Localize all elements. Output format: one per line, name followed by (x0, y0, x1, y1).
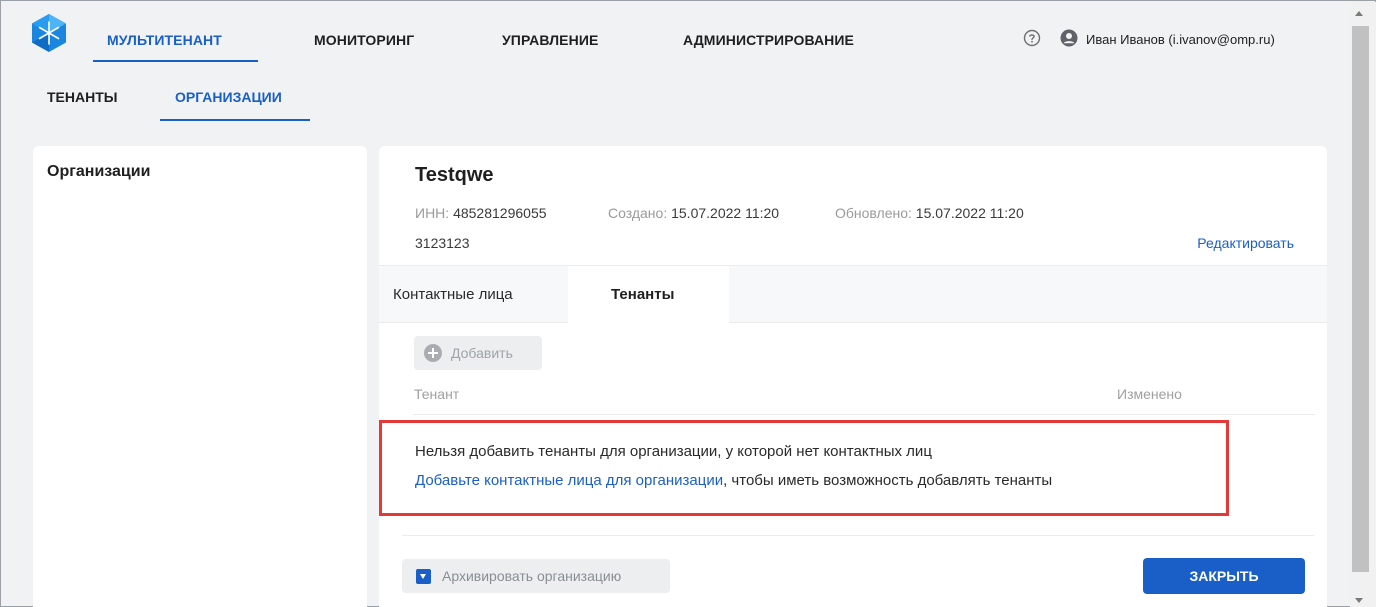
created-label: Создано: (608, 205, 668, 221)
user-name[interactable]: Иван Иванов (i.ivanov@omp.ru) (1086, 32, 1275, 47)
vertical-scrollbar[interactable] (1350, 2, 1376, 607)
organization-name: Testqwe (415, 164, 494, 186)
organization-extra-info: 3123123 (415, 235, 470, 251)
archive-organization-button[interactable]: Архивировать организацию (402, 559, 670, 593)
tab-tenants[interactable]: ТЕНАНТЫ (47, 89, 117, 105)
notice-hint-rest: , чтобы иметь возможность добавлять тена… (723, 472, 1053, 489)
archive-label: Архивировать организацию (442, 568, 622, 584)
logo-icon (32, 14, 66, 52)
subtab-active-underline (160, 119, 310, 121)
created-info: Создано: 15.07.2022 11:20 (608, 205, 779, 221)
tab-organizations[interactable]: ОРГАНИЗАЦИИ (175, 89, 282, 105)
inn-label: ИНН: (415, 205, 450, 221)
inn-value: 485281296055 (453, 205, 547, 221)
nav-administration[interactable]: АДМИНИСТРИРОВАНИЕ (683, 32, 854, 48)
inn-info: ИНН: 485281296055 (415, 205, 547, 221)
updated-info: Обновлено: 15.07.2022 11:20 (835, 205, 1024, 221)
column-header-changed: Изменено (1117, 386, 1182, 402)
organization-details-panel: Testqwe ИНН: 485281296055 Создано: 15.07… (379, 146, 1327, 607)
updated-value: 15.07.2022 11:20 (915, 205, 1024, 221)
tab-organization-tenants[interactable]: Тенанты (568, 266, 729, 325)
notice-message: Нельзя добавить тенанты для организации,… (415, 443, 932, 460)
close-button[interactable]: ЗАКРЫТЬ (1143, 558, 1305, 594)
add-tenant-label: Добавить (451, 345, 513, 361)
scroll-up-icon[interactable] (1355, 11, 1363, 16)
table-header-divider (413, 414, 1315, 415)
no-contacts-notice: Нельзя добавить тенанты для организации,… (379, 420, 1229, 516)
organizations-list-title: Организации (47, 163, 151, 180)
nav-multitenant[interactable]: МУЛЬТИТЕНАНТ (107, 32, 222, 48)
archive-icon (416, 568, 431, 584)
nav-monitoring[interactable]: МОНИТОРИНГ (314, 32, 414, 48)
top-navigation: МУЛЬТИТЕНАНТ МОНИТОРИНГ УПРАВЛЕНИЕ АДМИН… (2, 2, 1348, 76)
footer-divider (402, 535, 1314, 536)
scroll-thumb[interactable] (1352, 26, 1369, 572)
nav-active-underline (93, 60, 258, 62)
edit-organization-link[interactable]: Редактировать (1197, 235, 1294, 251)
add-icon (424, 344, 442, 362)
help-icon[interactable] (1023, 29, 1041, 47)
user-account-icon[interactable] (1060, 29, 1078, 47)
scroll-down-icon[interactable] (1355, 598, 1363, 603)
updated-label: Обновлено: (835, 205, 912, 221)
notice-hint: Добавьте контактные лица для организации… (415, 472, 1052, 489)
details-tabs: Контактные лица Тенанты (379, 265, 1327, 325)
add-contacts-link[interactable]: Добавьте контактные лица для организации (415, 472, 723, 489)
column-header-tenant: Тенант (414, 386, 460, 402)
tab-contacts[interactable]: Контактные лица (393, 266, 513, 324)
add-tenant-button[interactable]: Добавить (414, 336, 542, 370)
nav-management[interactable]: УПРАВЛЕНИЕ (502, 32, 598, 48)
app-window: МУЛЬТИТЕНАНТ МОНИТОРИНГ УПРАВЛЕНИЕ АДМИН… (0, 0, 1376, 607)
created-value: 15.07.2022 11:20 (671, 205, 780, 221)
organizations-list-panel: Организации (33, 146, 367, 607)
